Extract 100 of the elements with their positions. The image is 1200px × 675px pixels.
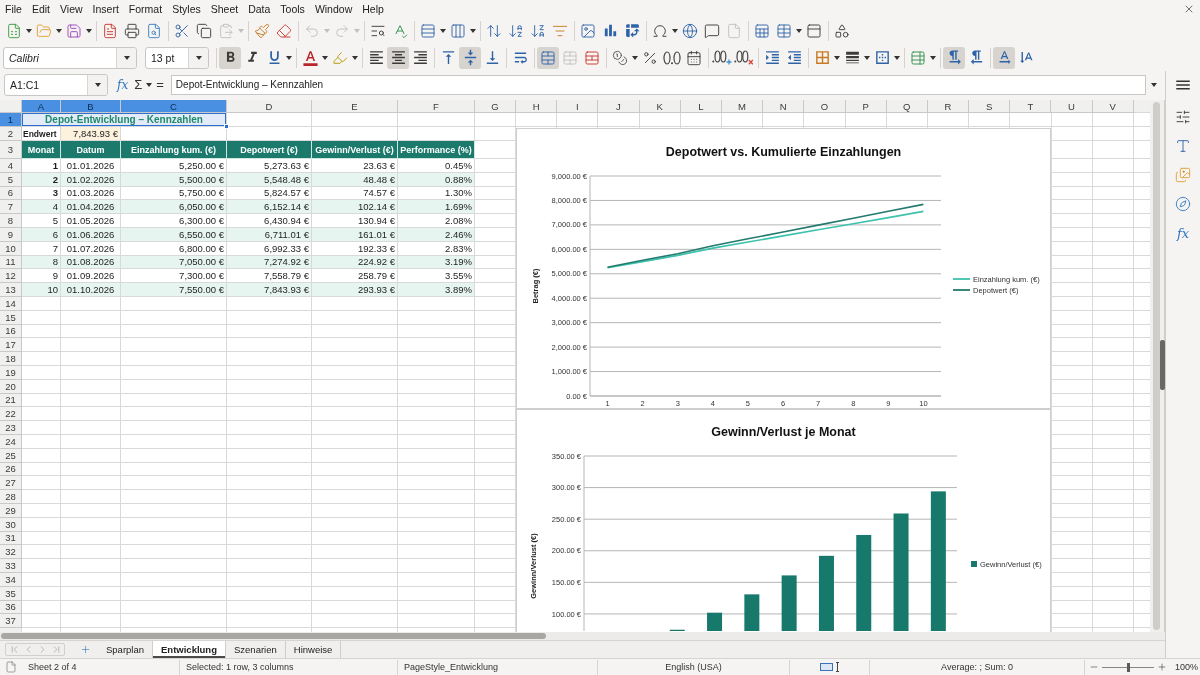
column-header[interactable]: S: [969, 100, 1011, 113]
header-cell: Monat: [22, 141, 61, 159]
column-header[interactable]: U: [1051, 100, 1093, 113]
row-header[interactable]: 12: [0, 269, 22, 284]
row-header[interactable]: 17: [0, 338, 22, 353]
column-header[interactable]: M: [721, 100, 764, 113]
column-header[interactable]: I: [557, 100, 599, 113]
split-cells-icon: [584, 49, 600, 66]
column-header[interactable]: L: [680, 100, 722, 113]
dropdown-button[interactable]: [87, 74, 107, 95]
functions-button[interactable]: fx: [1171, 222, 1195, 244]
font-name-box[interactable]: Calibri: [3, 46, 137, 69]
sum-button[interactable]: Σ: [131, 73, 146, 96]
sheet-tab[interactable]: Szenarien: [226, 641, 286, 658]
fill-handle[interactable]: [224, 124, 229, 129]
column-header[interactable]: O: [804, 100, 846, 113]
column-header[interactable]: F: [398, 100, 475, 113]
row-header[interactable]: 22: [0, 407, 22, 422]
horizontal-text-button[interactable]: [993, 46, 1015, 69]
column-header[interactable]: J: [598, 100, 640, 113]
row-header[interactable]: 4: [0, 159, 22, 173]
row-header[interactable]: 32: [0, 545, 22, 560]
sheet-tab[interactable]: Entwicklung: [153, 641, 226, 658]
align-middle-button[interactable]: [459, 46, 481, 69]
align-center-icon: [389, 49, 407, 66]
menu-item[interactable]: File: [0, 0, 27, 17]
column-header[interactable]: P: [845, 100, 887, 113]
vertical-scrollbar[interactable]: [1150, 100, 1165, 632]
table-cell: 7,550.00 €: [121, 283, 227, 297]
column-header[interactable]: H: [516, 100, 558, 113]
function-wizard-button[interactable]: fx: [114, 73, 132, 96]
row-header[interactable]: 7: [0, 200, 22, 215]
column-header[interactable]: Q: [886, 100, 928, 113]
sort-ascending-icon: [508, 22, 524, 39]
caret-icon: [146, 82, 153, 87]
caret-icon: [86, 28, 92, 33]
caret-icon: [834, 55, 840, 60]
menu-item[interactable]: Help: [357, 0, 389, 17]
horizontal-scrollbar[interactable]: [0, 632, 1165, 640]
menu-item[interactable]: Styles: [167, 0, 206, 17]
column-header[interactable]: V: [1092, 100, 1134, 113]
row-header[interactable]: 18: [0, 352, 22, 366]
table-cell: 1.69%: [398, 200, 475, 215]
menu-item[interactable]: Format: [123, 0, 168, 17]
dropdown-button[interactable]: [188, 47, 208, 68]
column-header[interactable]: N: [763, 100, 805, 113]
formula-button[interactable]: =: [153, 73, 167, 96]
row-header[interactable]: 13: [0, 283, 22, 297]
formula-input[interactable]: Depot-Entwicklung – Kennzahlen: [170, 74, 1146, 95]
caret-icon: [195, 55, 202, 60]
menu-item[interactable]: View: [55, 0, 88, 17]
row-header[interactable]: 3: [0, 141, 22, 159]
column-header[interactable]: A: [22, 100, 61, 113]
row-header[interactable]: 2: [0, 127, 22, 141]
caret-icon: [1151, 82, 1157, 87]
menu-item[interactable]: Window: [309, 0, 358, 17]
zoom-in-button[interactable]: [1157, 661, 1167, 673]
font-size-box[interactable]: 13 pt: [145, 46, 209, 69]
column-header[interactable]: R: [927, 100, 970, 113]
column-header[interactable]: D: [227, 100, 312, 113]
align-center-button[interactable]: [387, 46, 409, 69]
caret-icon: [672, 28, 678, 33]
row-header[interactable]: 1: [0, 113, 22, 127]
column-header[interactable]: G: [475, 100, 516, 113]
eraser-icon: [276, 22, 292, 39]
dropdown-button[interactable]: [116, 47, 136, 68]
merge-center-button[interactable]: [537, 46, 559, 69]
zoom-thumb[interactable]: [1126, 662, 1130, 672]
sum-info: Average: ; Sum: 0: [870, 659, 1085, 675]
column-header[interactable]: B: [61, 100, 121, 113]
column-header[interactable]: T: [1010, 100, 1052, 113]
left-to-right-button[interactable]: [943, 46, 965, 69]
column-header[interactable]: K: [639, 100, 681, 113]
menu-item[interactable]: Tools: [275, 0, 310, 17]
printer-icon: [124, 22, 140, 39]
name-box[interactable]: A1:C1: [4, 73, 108, 96]
align-right-icon: [411, 49, 429, 66]
row-header[interactable]: 27: [0, 476, 22, 491]
row-header[interactable]: 37: [0, 614, 22, 629]
page-style: PageStyle_Entwicklung: [398, 659, 598, 675]
row-header[interactable]: 8: [0, 214, 22, 228]
sheet-tab[interactable]: Hinweise: [285, 641, 342, 658]
row-header[interactable]: 33: [0, 559, 22, 573]
globe-icon: [682, 22, 698, 39]
menu-item[interactable]: Data: [243, 0, 276, 17]
omega-icon: [652, 22, 668, 39]
caret-icon: [796, 28, 802, 33]
menu-item[interactable]: Sheet: [205, 0, 244, 17]
chart-title: Depotwert vs. Kumulierte Einzahlungen: [665, 145, 902, 159]
line-weight-icon: [843, 49, 861, 66]
column-header[interactable]: C: [121, 100, 227, 113]
menu-item[interactable]: Edit: [26, 0, 55, 17]
row-header[interactable]: 23: [0, 421, 22, 435]
column-header[interactable]: E: [312, 100, 398, 113]
caret-icon: [632, 55, 638, 60]
sidebar-grip[interactable]: [1160, 340, 1165, 390]
row-header[interactable]: 28: [0, 490, 22, 504]
bold-button[interactable]: [219, 46, 241, 69]
menu-item[interactable]: Insert: [87, 0, 124, 17]
shapes-icon: [834, 22, 850, 39]
